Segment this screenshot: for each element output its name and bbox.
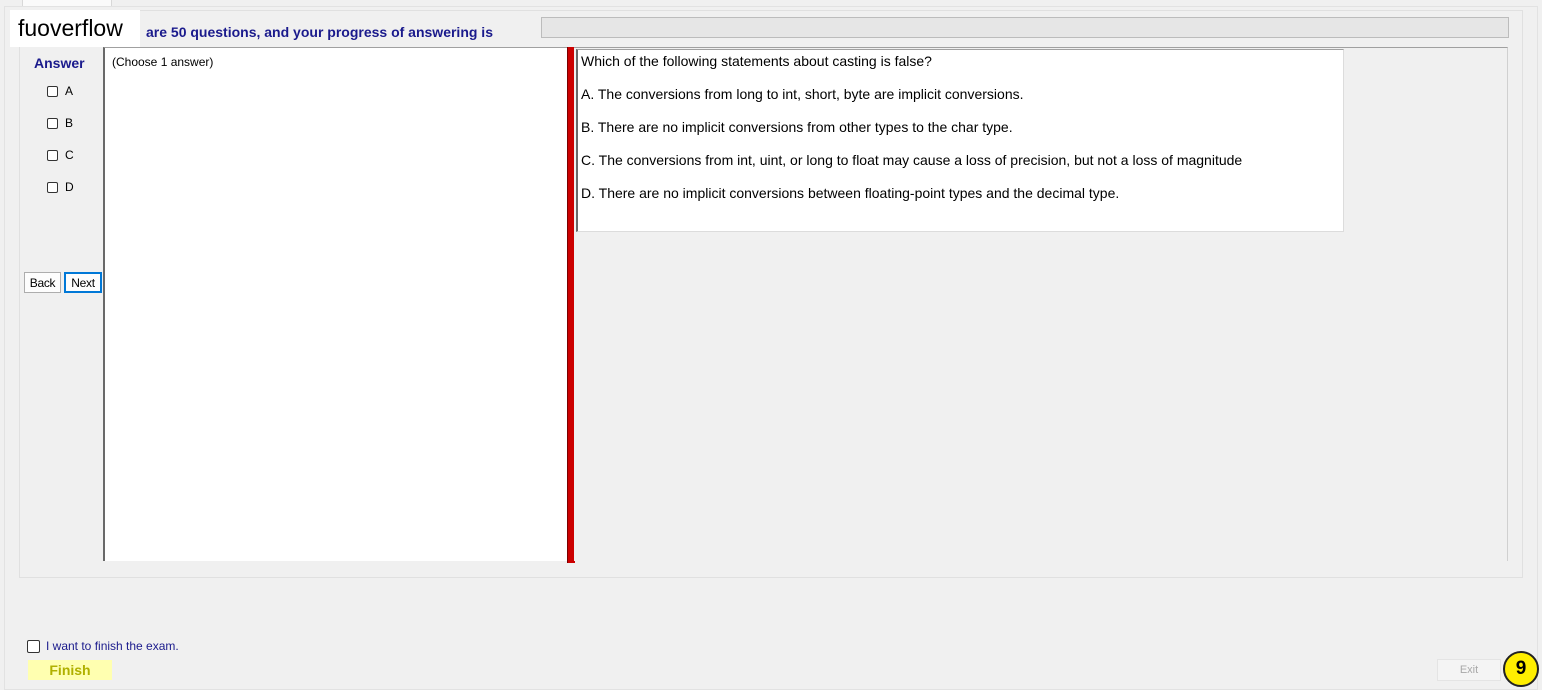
answer-option-a-label: A — [65, 84, 74, 98]
answer-option-d[interactable]: D — [47, 180, 74, 194]
progress-bar — [541, 17, 1509, 38]
answer-option-c-label: C — [65, 148, 74, 162]
progress-text: are 50 questions, and your progress of a… — [146, 24, 493, 40]
checkbox-a[interactable] — [47, 85, 58, 97]
back-button[interactable]: Back — [24, 272, 61, 293]
answer-option-c[interactable]: C — [47, 148, 74, 162]
next-button[interactable]: Next — [64, 272, 102, 293]
finish-checkbox-label: I want to finish the exam. — [46, 639, 179, 653]
instruction-panel: (Choose 1 answer) — [103, 47, 567, 561]
answer-option-a[interactable]: A — [47, 84, 73, 98]
choice-c-text: C. The conversions from int, uint, or lo… — [581, 152, 1243, 168]
question-box: Which of the following statements about … — [576, 49, 1344, 232]
checkbox-d[interactable] — [47, 181, 58, 193]
answer-option-b-label: B — [65, 116, 74, 130]
exit-button[interactable]: Exit — [1437, 659, 1501, 681]
choice-a-text: A. The conversions from long to int, sho… — [581, 86, 1024, 102]
answer-title: Answer — [34, 55, 85, 71]
checkbox-b[interactable] — [47, 117, 58, 129]
watermark-logo: fuoverflow — [10, 10, 140, 47]
answer-option-b[interactable]: B — [47, 116, 73, 130]
checkbox-c[interactable] — [47, 149, 58, 161]
choice-d-text: D. There are no implicit conversions bet… — [581, 185, 1120, 201]
question-number-badge: 9 — [1503, 651, 1539, 687]
answer-option-d-label: D — [65, 180, 74, 194]
choice-b-text: B. There are no implicit conversions fro… — [581, 119, 1013, 135]
finish-button[interactable]: Finish — [28, 660, 112, 680]
choose-instruction: (Choose 1 answer) — [112, 55, 214, 69]
finish-exam-checkbox[interactable]: I want to finish the exam. — [27, 639, 179, 653]
finish-checkbox[interactable] — [27, 639, 40, 653]
question-text: Which of the following statements about … — [581, 53, 932, 69]
